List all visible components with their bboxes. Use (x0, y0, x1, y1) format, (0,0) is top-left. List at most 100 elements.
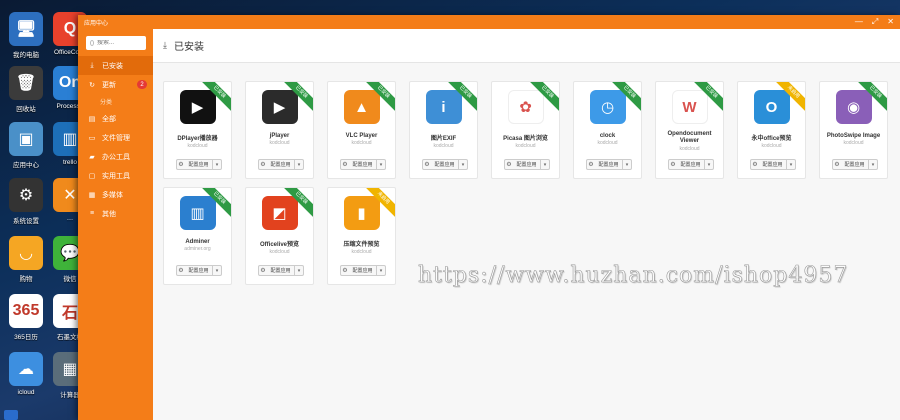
chevron-down-icon[interactable]: ▾ (787, 162, 795, 168)
chevron-down-icon[interactable]: ▾ (213, 268, 221, 274)
sidebar-item-media[interactable]: ▦ 多媒体 (78, 185, 153, 204)
sidebar-item-folder[interactable]: ▭ 文件管理 (78, 128, 153, 147)
chevron-down-icon[interactable]: ▾ (459, 162, 467, 168)
more-icon: ≡ (89, 210, 95, 217)
app-author: kodcloud (351, 249, 372, 255)
sidebar-item-all[interactable]: ▤ 全部 (78, 109, 153, 128)
app-author: kodcloud (843, 140, 864, 146)
desktop-icon[interactable]: 🗑 回收站 (4, 66, 48, 113)
desktop-icon-label: 365日历 (14, 334, 38, 341)
configure-app-label: 配置应用 (513, 160, 541, 169)
configure-app-button[interactable]: ⚙ 配置应用 ▾ (176, 159, 222, 170)
configure-app-label: 配置应用 (349, 266, 377, 275)
app-card[interactable]: 已安装 ✿ Picasa 图片浏览 kodcloud ⚙ 配置应用 ▾ (491, 81, 560, 179)
configure-app-label: 配置应用 (841, 160, 869, 169)
sidebar-item-briefcase[interactable]: ▰ 办公工具 (78, 147, 153, 166)
app-card[interactable]: 已安装 W Opendocument Viewer kodcloud ⚙ 配置应用 ▾ (655, 81, 724, 179)
configure-app-button[interactable]: ⚙ 配置应用 ▾ (258, 159, 304, 170)
desktop-icon[interactable]: ▣ 应用中心 (4, 122, 48, 169)
start-button[interactable] (4, 410, 18, 420)
app-card[interactable]: 未启用 O 永中office预览 kodcloud ⚙ 配置应用 ▾ (737, 81, 806, 179)
sidebar-item-refresh[interactable]: ↻ 更新 2 (78, 75, 153, 94)
app-card[interactable]: 未启用 ▮ 压缩文件预览 kodcloud ⚙ 配置应用 ▾ (327, 187, 396, 285)
search-icon (90, 40, 94, 46)
chevron-down-icon[interactable]: ▾ (295, 268, 303, 274)
download-icon: ⤓ (90, 61, 94, 69)
configure-app-button[interactable]: ⚙ 配置应用 ▾ (668, 159, 714, 170)
recycle-bin-icon: 🗑 (9, 66, 43, 100)
desktop-icon-label: 回收站 (16, 106, 36, 113)
chevron-down-icon[interactable]: ▾ (623, 162, 631, 168)
configure-app-label: 配置应用 (185, 266, 213, 275)
sidebar-item-label: 已安装 (102, 62, 123, 70)
app-card[interactable]: 已安装 ▶ jPlayer kodcloud ⚙ 配置应用 ▾ (245, 81, 314, 179)
app-card[interactable]: 已安装 ◩ Officelive预览 kodcloud ⚙ 配置应用 ▾ (245, 187, 314, 285)
app-name: Picasa 图片浏览 (503, 136, 548, 142)
app-center-icon: ▣ (9, 122, 43, 156)
configure-app-button[interactable]: ⚙ 配置应用 ▾ (258, 265, 304, 276)
update-count-badge: 2 (137, 80, 147, 89)
maximize-icon[interactable]: ⤢ (872, 17, 878, 27)
configure-app-button[interactable]: ⚙ 配置应用 ▾ (750, 159, 796, 170)
app-name: DPlayer播放器 (177, 136, 218, 142)
close-icon[interactable]: ✕ (887, 17, 894, 27)
chevron-down-icon[interactable]: ▾ (295, 162, 303, 168)
app-center-window: 应用中心 — ⤢ ✕ ⤓ 已安装 ↻ 更新 2 分类 ▤ 全部 ▭ 文件管理 ▰ 办公工具 ▢ 实用工具 ▦… (78, 15, 900, 420)
app-card[interactable]: 已安装 ◉ PhotoSwipe Image kodcloud ⚙ 配置应用 ▾ (819, 81, 888, 179)
search-input[interactable] (97, 40, 142, 46)
desktop-icon[interactable]: ☁ icloud (4, 352, 48, 396)
desktop-icon[interactable]: 🖥 我的电脑 (4, 12, 48, 59)
gear-icon: ⚙ (588, 162, 594, 168)
configure-app-button[interactable]: ⚙ 配置应用 ▾ (340, 159, 386, 170)
chevron-down-icon[interactable]: ▾ (377, 162, 385, 168)
page-title: 已安装 (173, 42, 204, 53)
app-card[interactable]: 已安装 i 图片EXIF kodcloud ⚙ 配置应用 ▾ (409, 81, 478, 179)
main-header: ⤓ 已安装 (153, 29, 900, 63)
app-card[interactable]: 已安装 ▥ Adminer adminer.org ⚙ 配置应用 ▾ (163, 187, 232, 285)
configure-app-button[interactable]: ⚙ 配置应用 ▾ (340, 265, 386, 276)
sidebar: ⤓ 已安装 ↻ 更新 2 分类 ▤ 全部 ▭ 文件管理 ▰ 办公工具 ▢ 实用工具 ▦ 多媒体 ≡ 其他 (78, 29, 153, 420)
gear-icon: ⚙ (260, 162, 266, 168)
window-titlebar[interactable]: 应用中心 — ⤢ ✕ (78, 15, 900, 29)
computer-icon: 🖥 (9, 12, 43, 46)
clock-icon: ◷ (589, 90, 626, 124)
desktop-icon[interactable]: ⚙ 系统设置 (4, 178, 48, 225)
media-icon: ▦ (88, 191, 96, 199)
sidebar-item-download[interactable]: ⤓ 已安装 (78, 56, 153, 75)
gear-icon: ⚙ (424, 162, 430, 168)
sidebar-item-label: 办公工具 (102, 153, 130, 161)
chevron-down-icon[interactable]: ▾ (377, 268, 385, 274)
configure-app-button[interactable]: ⚙ 配置应用 ▾ (176, 265, 222, 276)
configure-app-label: 配置应用 (267, 266, 295, 275)
sidebar-item-label: 更新 (102, 81, 116, 89)
app-card[interactable]: 已安装 ▶ DPlayer播放器 kodcloud ⚙ 配置应用 ▾ (163, 81, 232, 179)
desktop-icon[interactable]: 365 365日历 (4, 294, 48, 341)
configure-app-button[interactable]: ⚙ 配置应用 ▾ (832, 159, 878, 170)
app-name: clock (599, 133, 616, 139)
info-icon: i (425, 90, 462, 124)
sidebar-item-label: 其他 (102, 210, 116, 218)
chevron-down-icon[interactable]: ▾ (213, 162, 221, 168)
minimize-icon[interactable]: — (855, 17, 863, 27)
folder-icon: ▭ (88, 134, 96, 142)
configure-app-button[interactable]: ⚙ 配置应用 ▾ (504, 159, 550, 170)
gear-icon: ⚙ (260, 268, 266, 274)
desktop-icon[interactable]: ◡ 购物 (4, 236, 48, 283)
app-author: kodcloud (433, 143, 454, 149)
sidebar-item-tools[interactable]: ▢ 实用工具 (78, 166, 153, 185)
sidebar-item-more[interactable]: ≡ 其他 (78, 204, 153, 223)
gear-icon: ⚙ (506, 162, 512, 168)
configure-app-button[interactable]: ⚙ 配置应用 ▾ (422, 159, 468, 170)
chevron-down-icon[interactable]: ▾ (541, 162, 549, 168)
configure-app-button[interactable]: ⚙ 配置应用 ▾ (586, 159, 632, 170)
app-card[interactable]: 已安装 ▲ VLC Player kodcloud ⚙ 配置应用 ▾ (327, 81, 396, 179)
vlc-cone-icon: ▲ (343, 90, 380, 124)
app-card[interactable]: 已安装 ◷ clock kodcloud ⚙ 配置应用 ▾ (573, 81, 642, 179)
app-name: jPlayer (269, 133, 290, 139)
chevron-down-icon[interactable]: ▾ (705, 162, 713, 168)
app-author: kodcloud (761, 143, 782, 149)
bar-chart-icon: ▥ (179, 196, 216, 230)
gear-icon: ⚙ (342, 268, 348, 274)
app-name: 压缩文件预览 (343, 242, 380, 248)
chevron-down-icon[interactable]: ▾ (869, 162, 877, 168)
